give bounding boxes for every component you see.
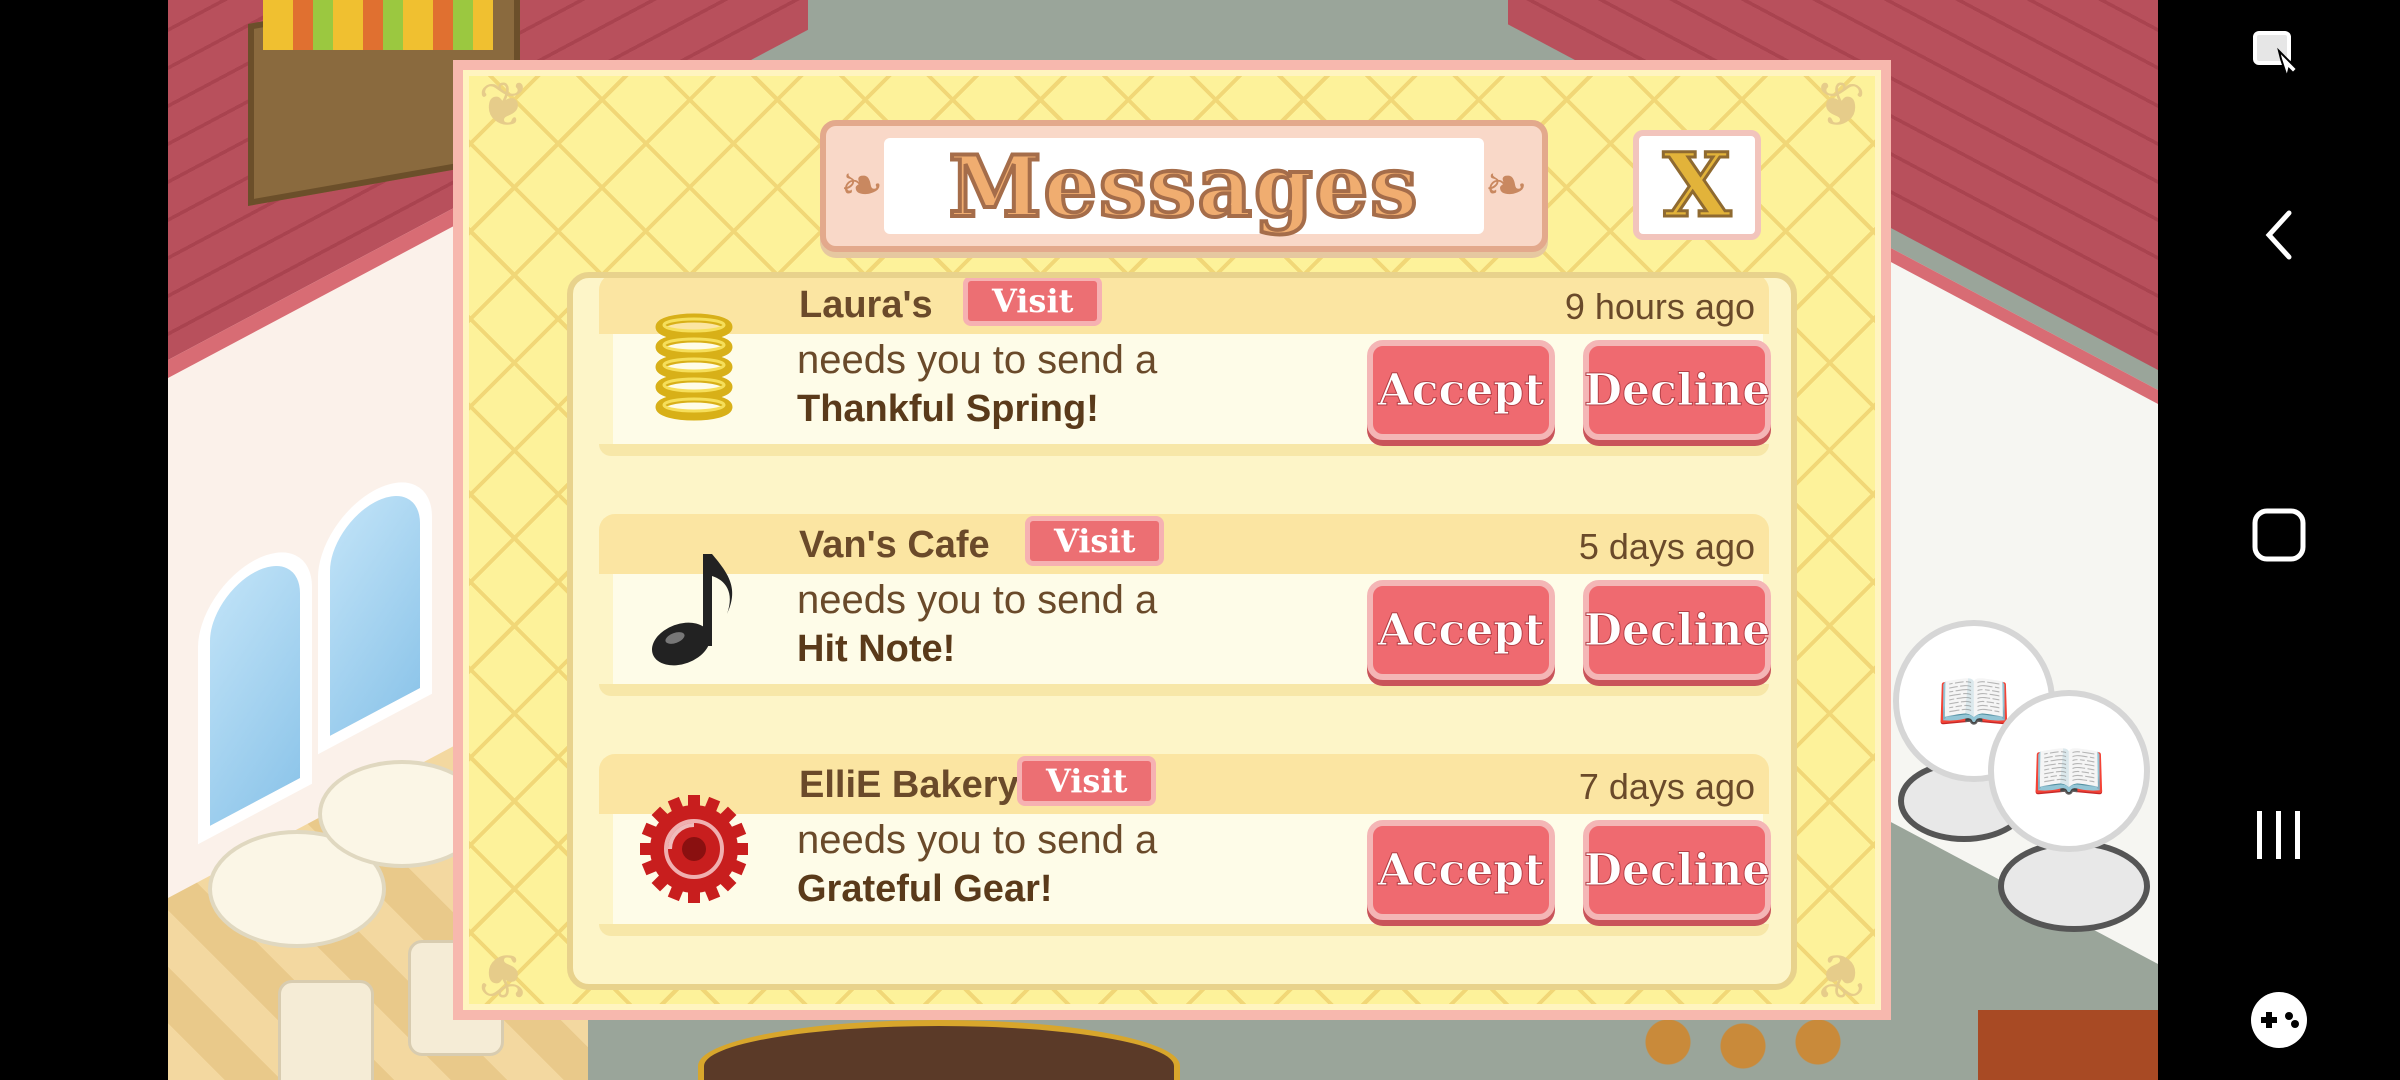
message-item: Van's Cafe Visit 5 days ago needs you to… — [599, 514, 1771, 696]
sender-name: Laura's — [799, 284, 933, 326]
requested-item: Thankful Spring! — [797, 388, 1099, 430]
message-footer — [599, 684, 1769, 696]
cookie-tray[interactable] — [1578, 1010, 1878, 1080]
dialog-title: Messages — [947, 135, 1420, 238]
recipe-book-icon[interactable]: 📖 — [1988, 690, 2150, 852]
message-time: 9 hours ago — [1564, 286, 1755, 327]
decline-button[interactable]: Decline — [1583, 340, 1771, 440]
decline-button[interactable]: Decline — [1583, 820, 1771, 920]
message-time: 7 days ago — [1578, 766, 1755, 807]
messages-dialog: ❦ ❦ ❦ ❦ ❧ Messages ❧ X Laura's Visit 9 h… — [453, 60, 1891, 1020]
screen-lock-icon[interactable] — [2158, 20, 2400, 90]
request-text: needs you to send a — [797, 338, 1158, 382]
message-list[interactable]: Laura's Visit 9 hours ago needs you to s… — [567, 272, 1797, 990]
wood-counter — [1978, 1010, 2158, 1080]
music-note-icon — [629, 544, 759, 674]
accept-button[interactable]: Accept — [1367, 820, 1555, 920]
sender-name: Van's Cafe — [799, 524, 990, 566]
title-plate: ❧ Messages ❧ — [820, 120, 1548, 252]
visit-button[interactable]: Visit — [963, 278, 1103, 326]
close-button[interactable]: X — [1633, 130, 1761, 240]
request-text: needs you to send a — [797, 818, 1158, 862]
home-icon[interactable] — [2158, 495, 2400, 575]
flourish-icon: ❧ — [1484, 156, 1528, 216]
corner-ornament: ❦ — [478, 68, 530, 141]
requested-item: Hit Note! — [797, 628, 956, 670]
sender-name: ElliE Bakery — [799, 764, 1019, 806]
accept-button[interactable]: Accept — [1367, 340, 1555, 440]
message-item: Laura's Visit 9 hours ago needs you to s… — [599, 278, 1771, 456]
message-time: 5 days ago — [1578, 526, 1755, 567]
recents-icon[interactable] — [2158, 795, 2400, 875]
spring-icon — [629, 304, 759, 434]
oven-burner[interactable] — [1998, 840, 2150, 932]
gear-icon — [629, 784, 759, 914]
decline-button[interactable]: Decline — [1583, 580, 1771, 680]
produce — [263, 0, 493, 50]
cafe-chair[interactable] — [278, 980, 374, 1080]
requested-item: Grateful Gear! — [797, 868, 1053, 910]
visit-button[interactable]: Visit — [1025, 516, 1165, 566]
message-footer — [599, 924, 1769, 936]
request-text: needs you to send a — [797, 578, 1158, 622]
title-box: Messages — [884, 135, 1484, 238]
corner-ornament: ❦ — [1814, 68, 1866, 141]
decor-barrel — [698, 1020, 1180, 1080]
corner-ornament: ❦ — [1814, 939, 1866, 1012]
message-footer — [599, 444, 1769, 456]
accept-button[interactable]: Accept — [1367, 580, 1555, 680]
corner-ornament: ❦ — [478, 939, 530, 1012]
message-item: ElliE Bakery Visit 7 days ago needs you … — [599, 754, 1771, 936]
back-icon[interactable] — [2158, 195, 2400, 275]
system-nav-bar — [2158, 0, 2400, 1080]
gamepad-icon[interactable] — [2158, 985, 2400, 1055]
flourish-icon: ❧ — [840, 156, 884, 216]
visit-button[interactable]: Visit — [1017, 756, 1157, 806]
